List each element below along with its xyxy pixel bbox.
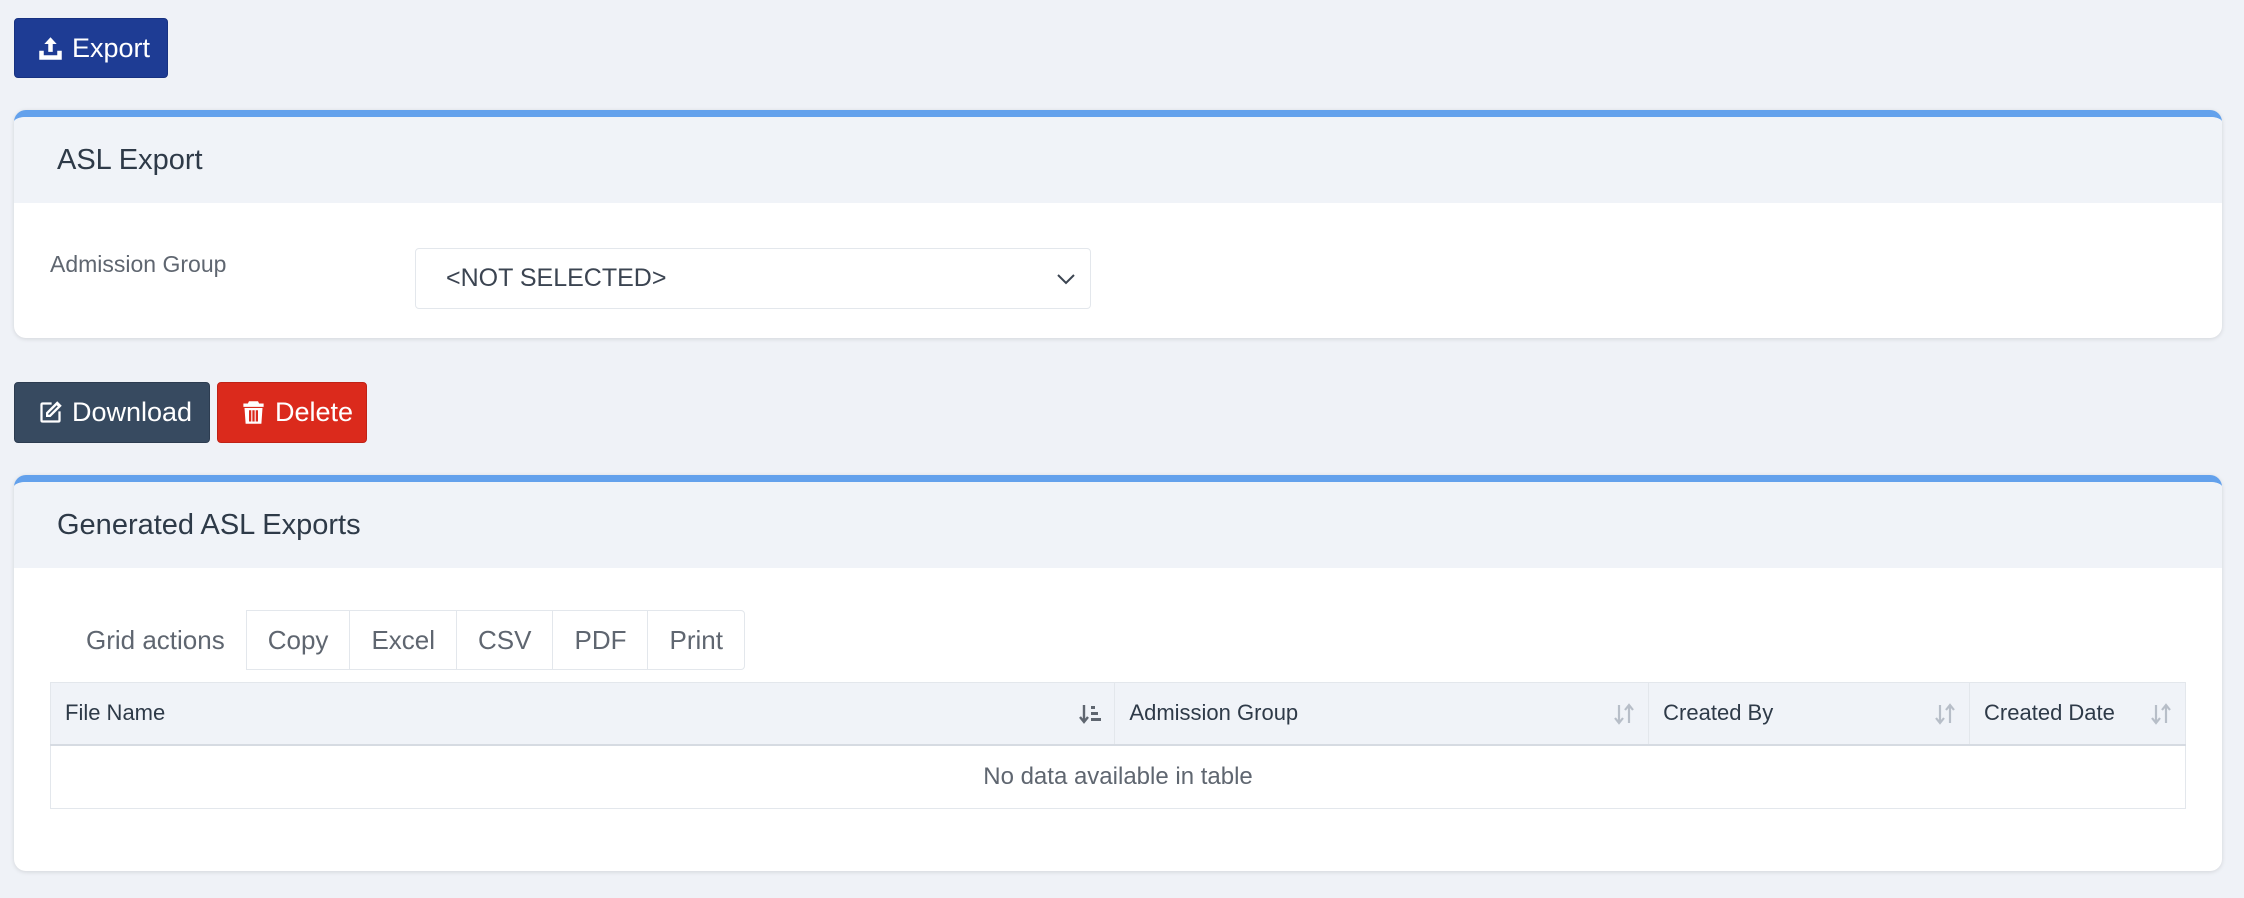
- column-label: Created Date: [1984, 700, 2115, 726]
- pdf-button[interactable]: PDF: [552, 610, 649, 670]
- admission-group-label: Admission Group: [50, 251, 227, 277]
- trash-icon: [243, 401, 264, 424]
- column-label: Admission Group: [1129, 700, 1299, 726]
- exports-table: File Name Admission Group Created By Cre…: [49, 682, 2186, 809]
- download-button-label: Download: [72, 397, 193, 427]
- empty-table-message: No data available in table: [50, 744, 2186, 809]
- csv-button[interactable]: CSV: [456, 610, 554, 670]
- table-row: No data available in table: [50, 744, 2186, 809]
- panel-title: Generated ASL Exports: [14, 482, 2222, 568]
- upload-icon: [39, 36, 62, 60]
- column-header-file-name[interactable]: File Name: [49, 682, 1116, 746]
- column-label: File Name: [65, 700, 166, 726]
- grid-actions-label: Grid actions: [86, 624, 225, 655]
- sort-ascending-icon: [1079, 705, 1102, 724]
- excel-button[interactable]: Excel: [349, 610, 458, 670]
- export-button-label: Export: [72, 32, 151, 63]
- delete-button[interactable]: Delete: [217, 382, 367, 443]
- column-header-created-by[interactable]: Created By: [1648, 682, 1971, 746]
- generated-exports-panel: Generated ASL Exports Grid actions Copy …: [14, 475, 2222, 871]
- download-button[interactable]: Download: [14, 382, 210, 443]
- export-button[interactable]: Export: [14, 18, 168, 78]
- table-header-row: File Name Admission Group Created By Cre…: [49, 682, 2186, 746]
- sort-icon: [1935, 703, 1955, 725]
- asl-export-panel: ASL Export Admission Group <NOT SELECTED…: [14, 110, 2222, 338]
- admission-group-value: <NOT SELECTED>: [446, 264, 667, 292]
- sort-icon: [2151, 703, 2171, 725]
- print-button[interactable]: Print: [647, 610, 745, 670]
- page: Export ASL Export Admission Group <NOT S…: [0, 0, 2244, 898]
- grid-actions: Grid actions Copy Excel CSV PDF Print: [50, 610, 745, 670]
- chevron-down-icon: [1057, 274, 1075, 285]
- panel-title: ASL Export: [14, 117, 2222, 203]
- edit-icon: [40, 401, 62, 423]
- delete-button-label: Delete: [275, 397, 354, 427]
- copy-button[interactable]: Copy: [245, 610, 351, 670]
- column-label: Created By: [1663, 700, 1774, 726]
- column-header-admission-group[interactable]: Admission Group: [1114, 682, 1650, 746]
- sort-icon: [1614, 703, 1635, 725]
- column-header-created-date[interactable]: Created Date: [1969, 682, 2186, 746]
- admission-group-select[interactable]: <NOT SELECTED>: [415, 248, 1091, 309]
